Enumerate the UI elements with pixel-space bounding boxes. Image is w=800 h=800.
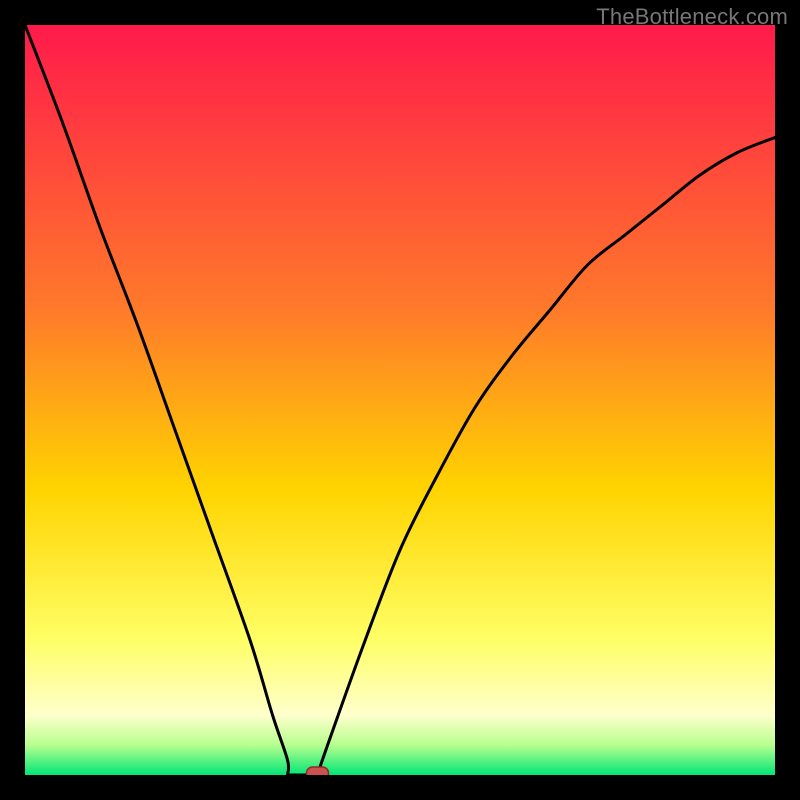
- chart-frame: TheBottleneck.com: [0, 0, 800, 800]
- gradient-background: [25, 25, 775, 775]
- watermark-text: TheBottleneck.com: [596, 4, 788, 30]
- plot-area: [25, 25, 775, 775]
- chart-svg: [25, 25, 775, 775]
- optimum-marker: [307, 767, 329, 775]
